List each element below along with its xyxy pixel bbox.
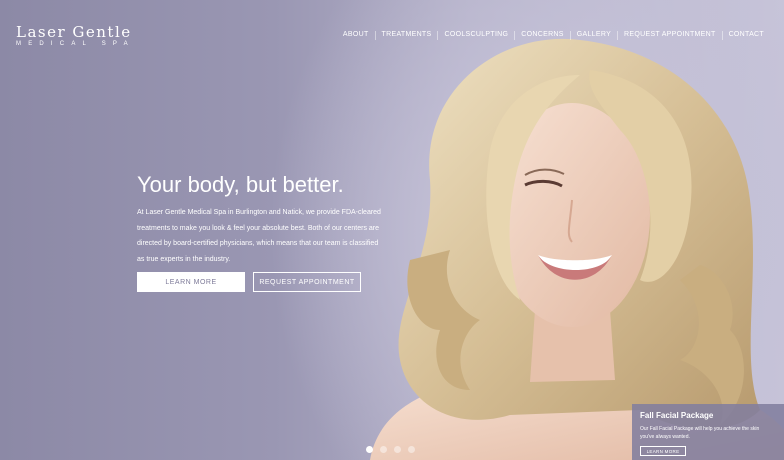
hero-banner: Laser Gentle MEDICAL SPA ABOUT TREATMENT…	[0, 0, 784, 460]
slider-dot[interactable]	[366, 446, 373, 453]
promo-title: Fall Facial Package	[640, 411, 714, 420]
nav-treatments[interactable]: TREATMENTS	[376, 30, 438, 40]
slider-dot[interactable]	[408, 446, 415, 453]
brand-name: Laser Gentle	[16, 23, 132, 41]
nav-about[interactable]: ABOUT	[337, 30, 375, 40]
main-nav: ABOUT TREATMENTS COOLSCULPTING CONCERNS …	[337, 30, 770, 40]
promo-card: Fall Facial Package Our Fall Facial Pack…	[632, 404, 784, 460]
hero-intro-text: At Laser Gentle Medical Spa in Burlingto…	[137, 209, 381, 263]
request-appointment-button[interactable]: REQUEST APPOINTMENT	[253, 272, 361, 292]
nav-contact[interactable]: CONTACT	[723, 30, 770, 40]
nav-concerns[interactable]: CONCERNS	[515, 30, 569, 40]
slider-dot[interactable]	[394, 446, 401, 453]
nav-coolsculpting[interactable]: COOLSCULPTING	[438, 30, 514, 40]
brand-logo[interactable]: Laser Gentle MEDICAL SPA	[16, 24, 135, 48]
nav-request-appointment[interactable]: REQUEST APPOINTMENT	[618, 30, 722, 40]
hero-headline: Your body, but better.	[137, 172, 344, 197]
slider-dots	[366, 446, 415, 453]
brand-tagline: MEDICAL SPA	[16, 41, 135, 47]
hero-woman-image	[370, 38, 784, 460]
slider-dot[interactable]	[380, 446, 387, 453]
promo-text: Our Fall Facial Package will help you ac…	[640, 426, 760, 440]
nav-gallery[interactable]: GALLERY	[571, 30, 617, 40]
promo-learn-more-button[interactable]: LEARN MORE	[640, 446, 686, 456]
learn-more-button[interactable]: LEARN MORE	[137, 272, 245, 292]
